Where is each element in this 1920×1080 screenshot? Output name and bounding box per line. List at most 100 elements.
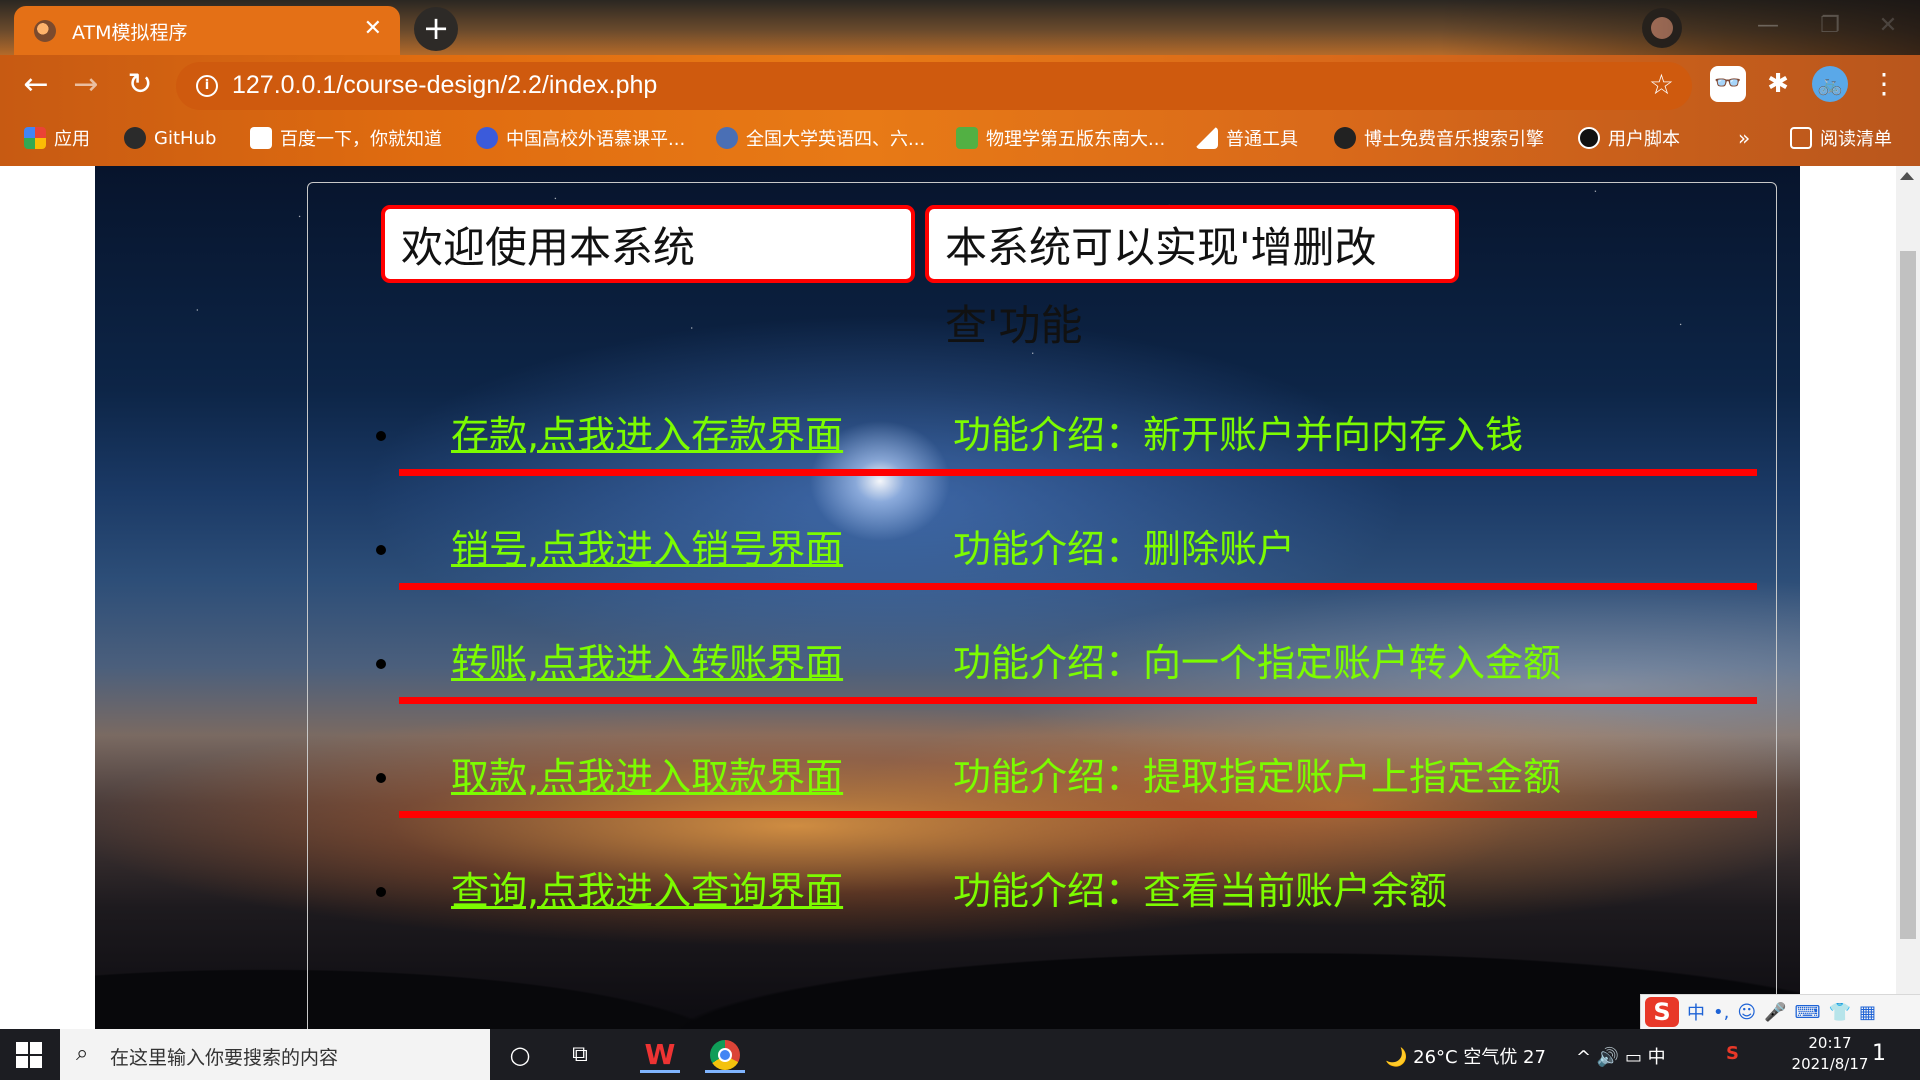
bookmark-apps[interactable]: 应用 <box>24 124 90 152</box>
deposit-link[interactable]: 存款,点我进入存款界面 <box>451 405 843 465</box>
site-info-icon[interactable]: i <box>196 75 218 97</box>
bookmark-star-icon[interactable]: ☆ <box>1649 68 1674 101</box>
browser-toolbar: ← → ↻ i 127.0.0.1/course-design/2.2/inde… <box>0 55 1920 115</box>
withdraw-link[interactable]: 取款,点我进入取款界面 <box>451 747 843 807</box>
url-text[interactable]: 127.0.0.1/course-design/2.2/index.php <box>232 71 657 100</box>
taskbar-clock[interactable]: 20:17 2021/8/17 <box>1785 1033 1875 1075</box>
cortana-circle-icon[interactable]: ○ <box>500 1037 540 1073</box>
profile-avatar-icon[interactable] <box>1642 8 1682 48</box>
scrollbar-thumb[interactable] <box>1900 251 1916 939</box>
globe-icon <box>34 20 56 42</box>
bookmark-physics[interactable]: 物理学第五版东南大... <box>956 124 1165 152</box>
bookmark-label: 普通工具 <box>1226 129 1298 150</box>
userscript-icon <box>1578 127 1600 149</box>
bookmark-label: 物理学第五版东南大... <box>986 129 1166 150</box>
windows-taskbar: ⌕ 在这里输入你要搜索的内容 ○ ⧉ W 🌙 26°C 空气优 27 ^ 🔊 ▭… <box>0 1029 1920 1080</box>
github-icon <box>124 127 146 149</box>
deposit-description: 功能介绍：新开账户并向内存入钱 <box>953 413 1524 457</box>
bike-extension-icon[interactable]: 🚲 <box>1812 66 1848 102</box>
bullet <box>376 659 386 669</box>
red-divider <box>399 697 1757 704</box>
bookmark-label: 百度一下，你就知道 <box>280 129 442 150</box>
ime-mic-icon[interactable]: 🎤 <box>1764 1002 1786 1023</box>
query-link[interactable]: 查询,点我进入查询界面 <box>451 861 843 921</box>
baidu-icon <box>250 127 272 149</box>
night-sky-background: 欢迎使用本系统 本系统可以实现'增删改查'功能 存款,点我进入存款界面 功能介绍… <box>95 166 1800 1029</box>
apps-grid-icon <box>24 127 46 149</box>
weather-widget[interactable]: 🌙 26°C 空气优 27 <box>1385 1043 1546 1069</box>
search-icon: ⌕ <box>76 1041 89 1066</box>
bookmark-baidu[interactable]: 百度一下，你就知道 <box>250 124 442 152</box>
umooc-icon <box>476 127 498 149</box>
transfer-description: 功能介绍：向一个指定账户转入金额 <box>953 641 1562 685</box>
sogou-tray-icon[interactable]: S <box>1726 1043 1739 1064</box>
menu-item-query: 查询,点我进入查询界面 功能介绍：查看当前账户余额 <box>308 861 1776 921</box>
browser-menu-icon[interactable]: ⋮ <box>1866 66 1902 102</box>
search-placeholder: 在这里输入你要搜索的内容 <box>110 1047 339 1069</box>
bookmark-userscript[interactable]: 用户脚本 <box>1578 124 1680 152</box>
bullet <box>376 773 386 783</box>
intro-box: 本系统可以实现'增删改查'功能 <box>925 205 1459 350</box>
clock-date: 2021/8/17 <box>1791 1055 1869 1073</box>
menu-item-close-account: 销号,点我进入销号界面 功能介绍：删除账户 <box>308 519 1776 579</box>
notification-center-icon[interactable]: 1 <box>1872 1041 1886 1066</box>
ime-emoji-icon[interactable]: ☺ <box>1737 1002 1756 1023</box>
reading-list-icon <box>1790 127 1812 149</box>
bookmark-label: 全国大学英语四、六... <box>746 129 926 150</box>
chrome-icon <box>710 1040 740 1070</box>
ime-skin-icon[interactable]: 👕 <box>1829 1002 1851 1023</box>
transfer-link[interactable]: 转账,点我进入转账界面 <box>451 633 843 693</box>
bullet <box>376 431 386 441</box>
tab-close-icon[interactable]: ✕ <box>364 16 382 41</box>
red-divider <box>399 583 1757 590</box>
menu-item-withdraw: 取款,点我进入取款界面 功能介绍：提取指定账户上指定金额 <box>308 747 1776 807</box>
bookmarks-overflow-button[interactable]: » <box>1738 124 1750 152</box>
taskbar-search-box[interactable]: ⌕ 在这里输入你要搜索的内容 <box>60 1029 490 1080</box>
welcome-box: 欢迎使用本系统 <box>381 205 915 283</box>
new-tab-button[interactable]: + <box>414 7 458 51</box>
bookmark-github[interactable]: GitHub <box>124 124 216 152</box>
menu-item-transfer: 转账,点我进入转账界面 功能介绍：向一个指定账户转入金额 <box>308 633 1776 693</box>
address-bar[interactable]: i 127.0.0.1/course-design/2.2/index.php … <box>176 62 1692 110</box>
bookmark-cet[interactable]: 全国大学英语四、六... <box>716 124 925 152</box>
physics-icon <box>956 127 978 149</box>
ime-keyboard-icon[interactable]: ⌨ <box>1795 1002 1821 1023</box>
tab-atm[interactable]: ATM模拟程序 ✕ <box>14 6 400 55</box>
close-account-description: 功能介绍：删除账户 <box>953 527 1296 571</box>
bookmark-label: 中国高校外语慕课平... <box>506 129 686 150</box>
vertical-scrollbar[interactable] <box>1896 166 1920 1029</box>
bookmark-tools-folder[interactable]: 普通工具 <box>1196 124 1298 152</box>
bookmark-music[interactable]: 博士免费音乐搜索引擎 <box>1334 124 1544 152</box>
restore-button[interactable]: ❐ <box>1798 6 1862 46</box>
wps-app-icon[interactable]: W <box>640 1037 680 1073</box>
system-tray-icons[interactable]: ^ 🔊 ▭ 中 <box>1576 1043 1666 1069</box>
task-view-icon[interactable]: ⧉ <box>560 1037 600 1073</box>
back-arrow-icon[interactable]: ← <box>14 63 58 107</box>
extensions-puzzle-icon[interactable]: ✱ <box>1760 66 1796 102</box>
browser-chrome: ATM模拟程序 ✕ + — ❐ ✕ ← → ↻ i 127.0.0.1/cour… <box>0 0 1920 166</box>
ime-punctuation-toggle[interactable]: •, <box>1713 1002 1729 1023</box>
close-window-button[interactable]: ✕ <box>1856 6 1920 46</box>
bookmark-umooc[interactable]: 中国高校外语慕课平... <box>476 124 685 152</box>
folder-icon <box>1196 127 1218 149</box>
forward-arrow-icon[interactable]: → <box>64 63 108 107</box>
ime-toolbox-icon[interactable]: ▦ <box>1859 1002 1876 1023</box>
windows-start-icon[interactable] <box>16 1042 42 1068</box>
withdraw-description: 功能介绍：提取指定账户上指定金额 <box>953 755 1562 799</box>
bookmark-label: 应用 <box>54 129 90 150</box>
tab-title: ATM模拟程序 <box>72 22 188 44</box>
glasses-extension-icon[interactable]: 👓 <box>1710 66 1746 102</box>
query-description: 功能介绍：查看当前账户余额 <box>953 869 1448 913</box>
cet-icon <box>716 127 738 149</box>
bullet <box>376 887 386 897</box>
chrome-taskbar-button[interactable] <box>705 1037 745 1073</box>
page-viewport: 欢迎使用本系统 本系统可以实现'增删改查'功能 存款,点我进入存款界面 功能介绍… <box>0 166 1896 1029</box>
ime-language-toggle[interactable]: 中 <box>1687 999 1705 1025</box>
sogou-logo-icon[interactable]: S <box>1645 997 1679 1027</box>
red-divider <box>399 811 1757 818</box>
scroll-up-arrow-icon[interactable] <box>1900 172 1914 180</box>
reload-icon[interactable]: ↻ <box>118 63 162 107</box>
reading-list-button[interactable]: 阅读清单 <box>1790 124 1892 152</box>
minimize-button[interactable]: — <box>1736 6 1800 46</box>
close-account-link[interactable]: 销号,点我进入销号界面 <box>451 519 843 579</box>
